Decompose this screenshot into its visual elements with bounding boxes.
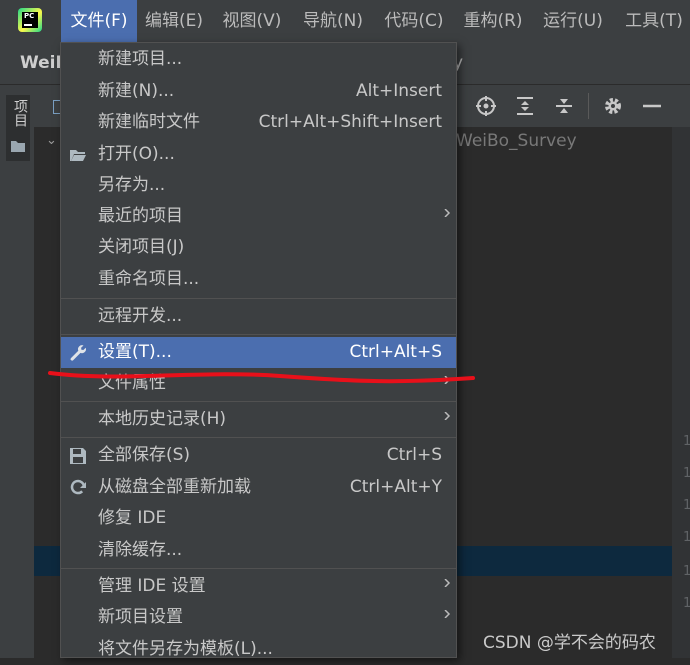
menu-run[interactable]: 运行(U) — [538, 0, 608, 42]
project-tab-label: 项目 — [12, 99, 28, 127]
reload-icon — [70, 479, 86, 495]
menu-navigate[interactable]: 导航(N) — [298, 0, 368, 42]
chevron-right-icon — [444, 579, 451, 587]
menu-item-label: 新项目设置 — [98, 607, 183, 627]
menu-item-label: 清除缓存... — [98, 540, 183, 560]
menu-item-label: 文件属性 — [98, 373, 166, 393]
app-icon-text: PC — [24, 12, 35, 20]
gear-icon[interactable] — [602, 95, 624, 117]
project-root-path[interactable]: WeiBo_Survey — [456, 131, 577, 151]
menu-item-shortcut: Ctrl+Alt+S — [349, 342, 442, 362]
menu-item-label: 新建项目... — [98, 49, 183, 69]
menu-edit[interactable]: 编辑(E) — [141, 0, 207, 42]
chevron-right-icon — [444, 412, 451, 420]
menu-separator — [61, 334, 456, 335]
menubar: PC 文件(F) 编辑(E) 视图(V) 导航(N) 代码(C) 重构(R) 运… — [0, 0, 690, 42]
menu-item-label: 重命名项目... — [98, 269, 200, 289]
menu-item-close-project[interactable]: 关闭项目(J) — [61, 232, 456, 263]
toolbar-divider — [588, 93, 589, 119]
line-number: 1 — [683, 596, 690, 611]
menu-item-new-project-settings[interactable]: 新项目设置 — [61, 602, 456, 633]
menu-item-open[interactable]: 打开(O)... — [61, 139, 456, 170]
menu-item-save-as-template[interactable]: 将文件另存为模板(L)... — [61, 634, 456, 665]
collapse-all-icon[interactable] — [553, 95, 575, 117]
wrench-icon — [70, 345, 86, 361]
line-number: 1 — [683, 466, 690, 481]
menu-separator — [61, 298, 456, 299]
menu-item-label: 修复 IDE — [98, 508, 167, 528]
menu-file[interactable]: 文件(F) — [61, 0, 137, 42]
menu-item-label: 将文件另存为模板(L)... — [98, 639, 273, 659]
chevron-right-icon — [444, 376, 451, 384]
menu-item-label: 管理 IDE 设置 — [98, 576, 206, 596]
menu-item-shortcut: Ctrl+Alt+Y — [349, 477, 442, 497]
menu-item-manage-ide-settings[interactable]: 管理 IDE 设置 — [61, 571, 456, 602]
menu-item-label: 远程开发... — [98, 306, 183, 326]
menu-separator — [61, 401, 456, 402]
menu-item-recent-projects[interactable]: 最近的项目 — [61, 201, 456, 232]
chevron-right-icon — [444, 610, 451, 618]
line-number: 1 — [683, 434, 690, 449]
menu-item-label: 新建(N)... — [98, 81, 175, 101]
minimize-icon[interactable] — [641, 95, 663, 117]
menu-item-invalidate-caches[interactable]: 清除缓存... — [61, 535, 456, 566]
editor-gutter: 1 1 1 1 1 1 — [672, 127, 690, 658]
menu-item-shortcut: Ctrl+Alt+Shift+Insert — [258, 112, 442, 132]
menu-item-file-properties[interactable]: 文件属性 — [61, 368, 456, 399]
menu-item-label: 设置(T)... — [98, 342, 172, 362]
left-tool-strip: 项目 — [0, 85, 35, 658]
menu-code[interactable]: 代码(C) — [380, 0, 448, 42]
menu-item-save-as[interactable]: 另存为... — [61, 170, 456, 201]
menu-item-label: 从磁盘全部重新加载 — [98, 477, 251, 497]
menu-item-reload-all[interactable]: 从磁盘全部重新加载 Ctrl+Alt+Y — [61, 472, 456, 503]
menu-refactor[interactable]: 重构(R) — [459, 0, 527, 42]
menu-separator — [61, 568, 456, 569]
file-menu-dropdown: 新建项目... 新建(N)... Alt+Insert 新建临时文件 Ctrl+… — [60, 42, 457, 659]
line-number: 1 — [683, 530, 690, 545]
menu-item-label: 另存为... — [98, 175, 166, 195]
menu-item-new[interactable]: 新建(N)... Alt+Insert — [61, 76, 456, 107]
line-number: 1 — [683, 498, 690, 513]
crosshair-icon[interactable] — [475, 95, 497, 117]
menu-item-local-history[interactable]: 本地历史记录(H) — [61, 404, 456, 435]
menu-item-label: 打开(O)... — [98, 144, 175, 164]
project-tool-tab[interactable]: 项目 — [6, 95, 30, 161]
menu-item-shortcut: Alt+Insert — [355, 81, 442, 101]
folder-icon — [11, 141, 25, 152]
menu-item-label: 最近的项目 — [98, 206, 183, 226]
menu-view[interactable]: 视图(V) — [218, 0, 286, 42]
menu-separator — [61, 437, 456, 438]
folder-open-icon — [70, 150, 86, 161]
menu-item-repair-ide[interactable]: 修复 IDE — [61, 503, 456, 534]
pycharm-logo-icon[interactable]: PC — [18, 8, 42, 32]
menu-item-shortcut: Ctrl+S — [386, 445, 442, 465]
watermark: CSDN @学不会的码农 — [483, 633, 656, 653]
save-icon — [70, 448, 86, 464]
chevron-down-icon[interactable]: ⌄ — [46, 133, 57, 148]
menu-item-label: 关闭项目(J) — [98, 237, 185, 257]
expand-all-icon[interactable] — [514, 95, 536, 117]
menu-item-new-scratch-file[interactable]: 新建临时文件 Ctrl+Alt+Shift+Insert — [61, 107, 456, 138]
menu-item-label: 本地历史记录(H) — [98, 409, 227, 429]
menu-item-save-all[interactable]: 全部保存(S) Ctrl+S — [61, 440, 456, 471]
menu-item-settings[interactable]: 设置(T)... Ctrl+Alt+S — [61, 337, 456, 368]
menu-tools[interactable]: 工具(T) — [618, 0, 690, 42]
menu-item-new-project[interactable]: 新建项目... — [61, 44, 456, 75]
line-number: 1 — [683, 564, 690, 579]
chevron-right-icon — [444, 209, 451, 217]
menu-item-label: 新建临时文件 — [98, 112, 200, 132]
menu-item-remote-development[interactable]: 远程开发... — [61, 301, 456, 332]
menu-item-label: 全部保存(S) — [98, 445, 191, 465]
menu-item-rename-project[interactable]: 重命名项目... — [61, 264, 456, 295]
